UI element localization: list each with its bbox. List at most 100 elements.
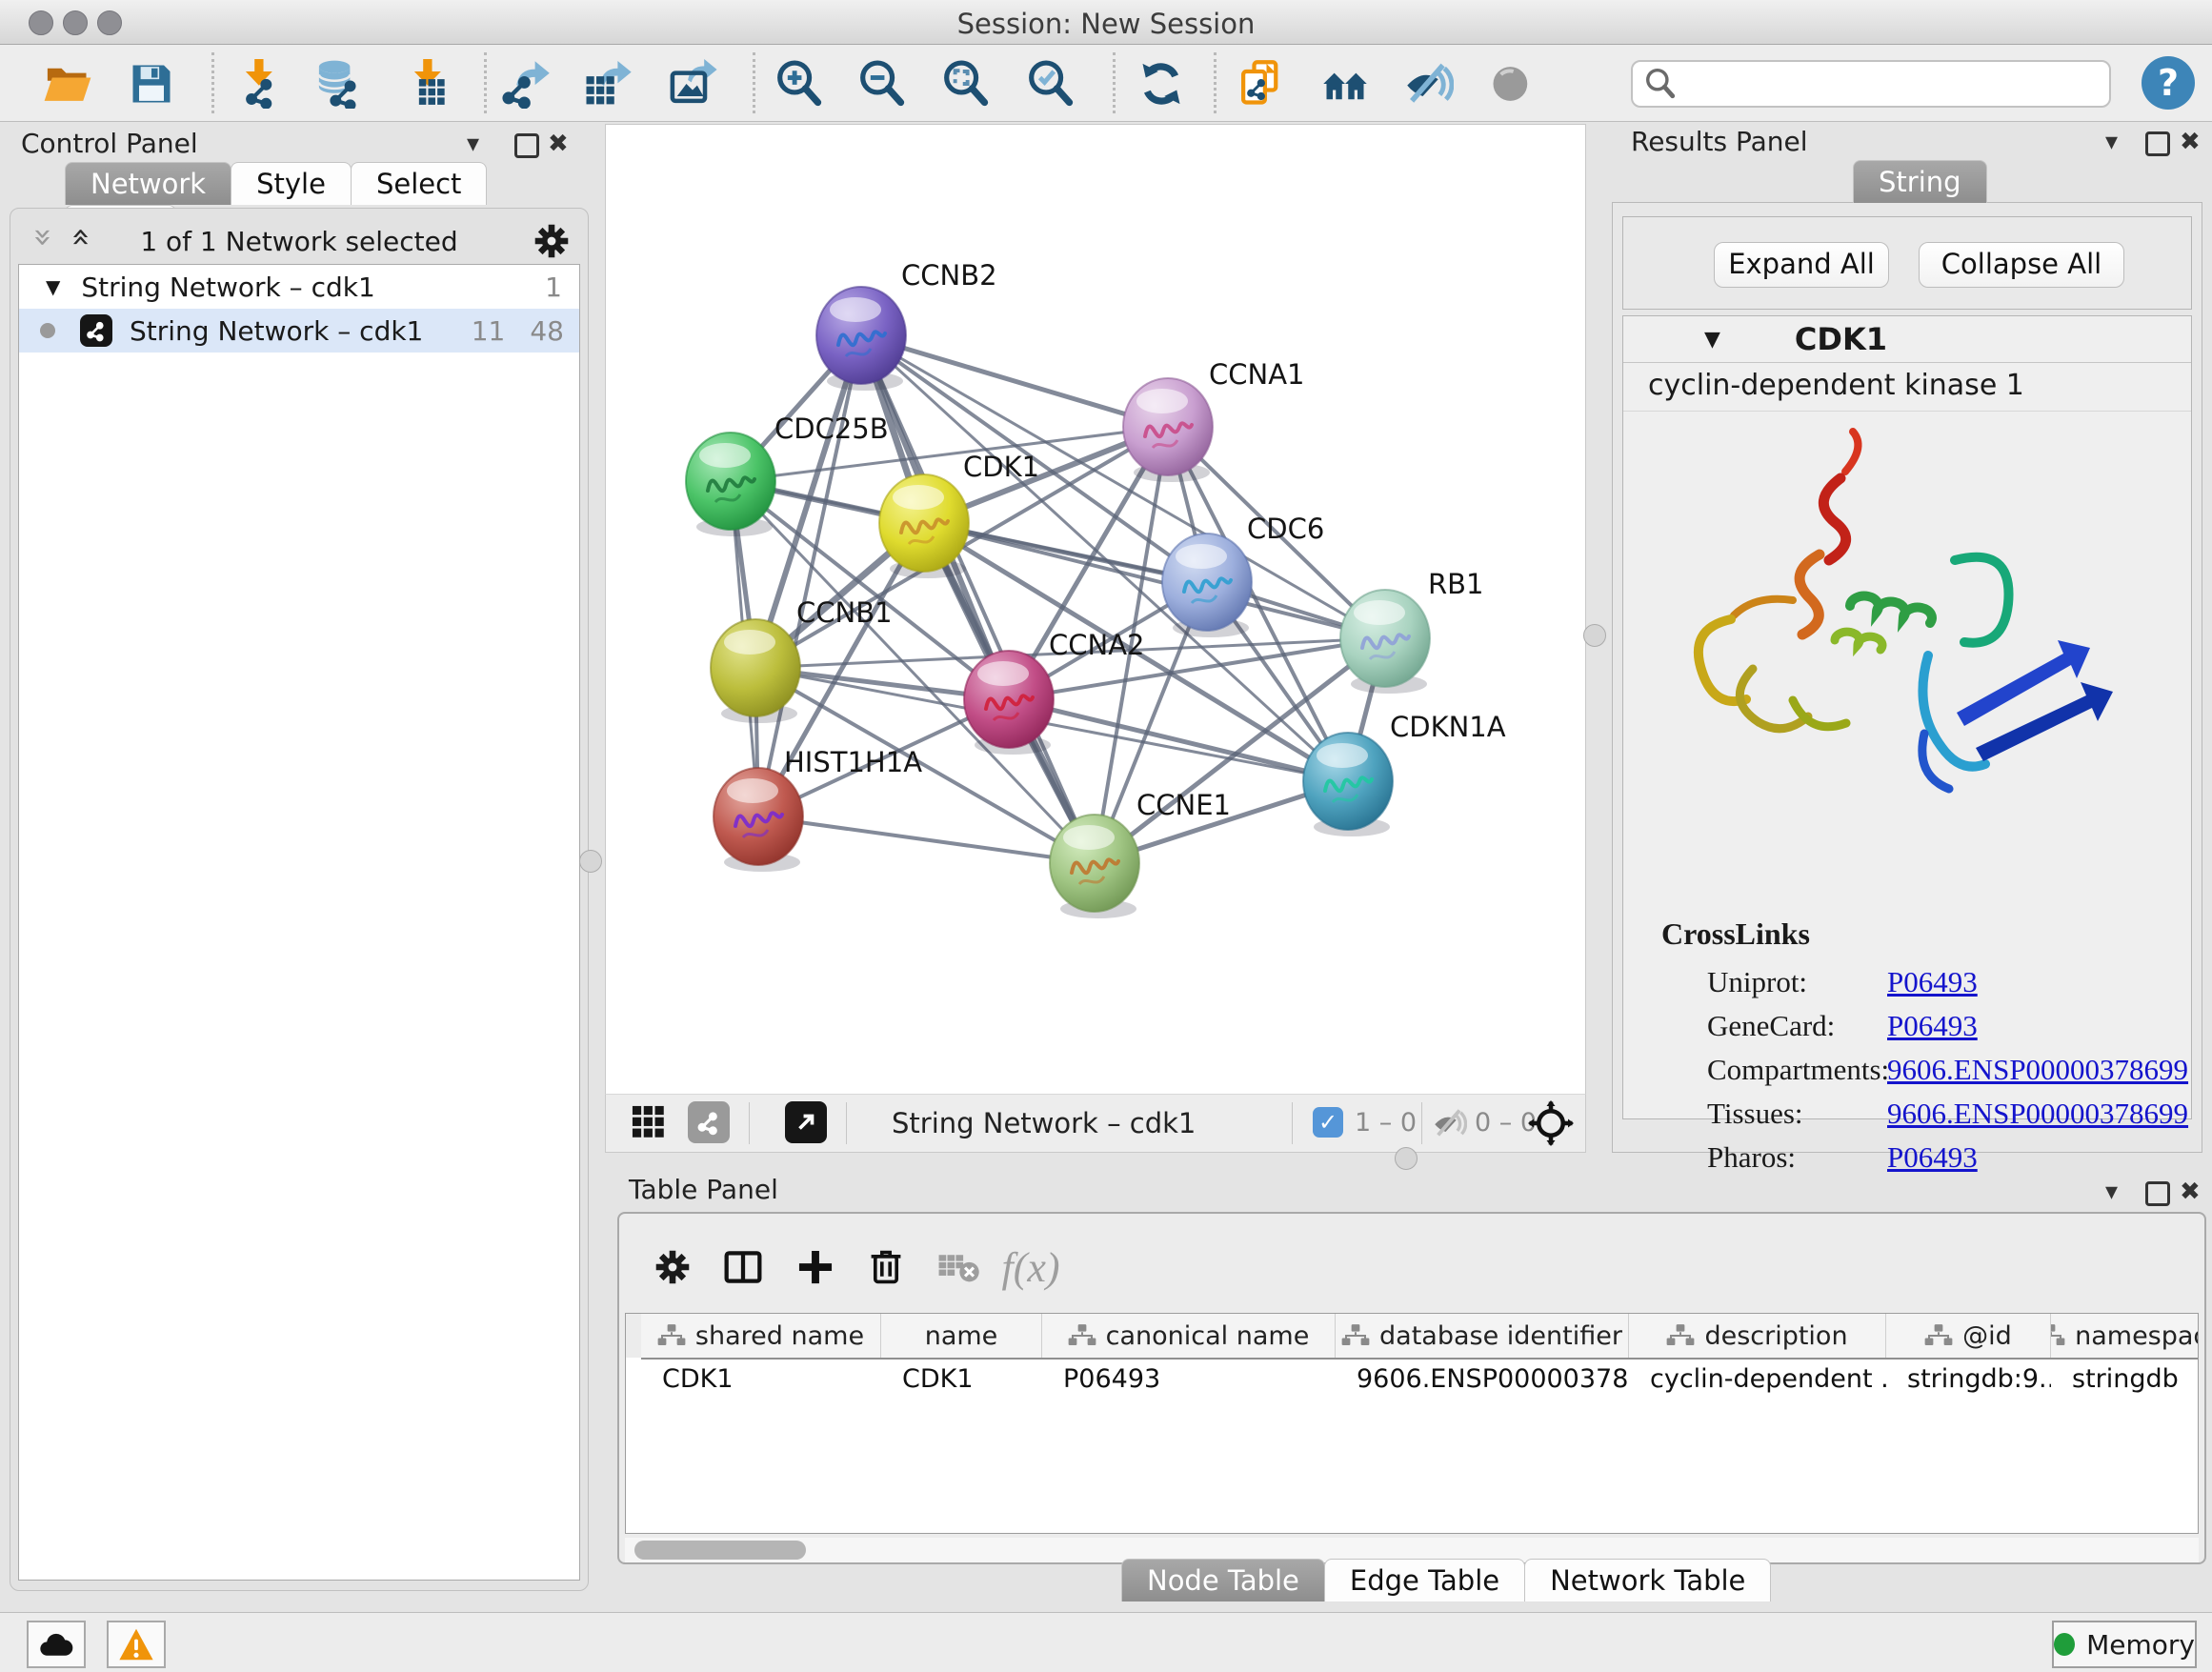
show-all-icon[interactable] bbox=[1482, 54, 1541, 113]
table-cell[interactable]: P06493 bbox=[1042, 1358, 1336, 1400]
bottom-splitter-handle[interactable] bbox=[1395, 1147, 1418, 1170]
fit-selected-crosshair-icon[interactable] bbox=[1528, 1100, 1574, 1150]
column-label: @id bbox=[1962, 1321, 2012, 1351]
left-splitter-handle[interactable] bbox=[579, 850, 602, 873]
table-panel-close-icon[interactable]: ✖ bbox=[2180, 1178, 2201, 1206]
memory-button[interactable]: Memory bbox=[2052, 1621, 2197, 1668]
selected-checkbox-icon[interactable]: ✓ bbox=[1313, 1107, 1343, 1138]
tab-select[interactable]: Select bbox=[351, 162, 487, 205]
expand-all-button[interactable]: Expand All bbox=[1714, 242, 1889, 288]
network-canvas[interactable]: CCNB2CCNA1CDC25BCDK1CDC6RB1CCNB1CCNA2CDK… bbox=[605, 124, 1586, 1096]
control-panel-menu-icon[interactable]: ▾ bbox=[467, 130, 479, 158]
results-panel-menu-icon[interactable]: ▾ bbox=[2105, 128, 2118, 156]
edge-CCNB2-CCNA1[interactable] bbox=[861, 335, 1168, 427]
delete-columns-icon[interactable] bbox=[857, 1239, 915, 1296]
column-header-description[interactable]: description bbox=[1629, 1314, 1886, 1358]
edge-CCNB2-CCNE1[interactable] bbox=[861, 335, 1095, 863]
results-panel-close-icon[interactable]: ✖ bbox=[2180, 128, 2201, 156]
zoom-selected-icon[interactable] bbox=[1021, 54, 1080, 113]
table-cell[interactable]: stringdb bbox=[2051, 1358, 2199, 1400]
node-label-CDKN1A: CDKN1A bbox=[1390, 711, 1506, 743]
edge-HIST1H1A-CCNE1[interactable] bbox=[758, 816, 1095, 863]
first-neighbors-icon[interactable] bbox=[1316, 54, 1375, 113]
grid-view-icon[interactable] bbox=[629, 1102, 669, 1146]
import-network-from-database-icon[interactable] bbox=[310, 54, 369, 113]
collection-expand-icon[interactable]: ▼ bbox=[46, 275, 60, 298]
search-input[interactable] bbox=[1684, 69, 2109, 99]
table-panel-float-icon[interactable] bbox=[2145, 1181, 2170, 1206]
column-header-namespace[interactable]: namespace bbox=[2051, 1314, 2199, 1358]
right-splitter-handle[interactable] bbox=[1583, 624, 1606, 647]
column-header-name[interactable]: name bbox=[881, 1314, 1042, 1358]
network-birdseye-icon[interactable] bbox=[688, 1101, 730, 1143]
crosslink-link[interactable]: 9606.ENSP00000378699 bbox=[1887, 1053, 2188, 1087]
tab-edge-table[interactable]: Edge Table bbox=[1324, 1559, 1525, 1601]
node-RB1[interactable]: RB1 bbox=[1340, 568, 1484, 694]
separator bbox=[749, 1102, 750, 1144]
node-CCNB1[interactable]: CCNB1 bbox=[711, 596, 893, 723]
tab-network[interactable]: Network bbox=[65, 162, 231, 205]
crosslink-link[interactable]: P06493 bbox=[1887, 1009, 1978, 1043]
node-section-header[interactable]: ▼ CDK1 bbox=[1623, 316, 2191, 363]
tab-style[interactable]: Style bbox=[231, 162, 352, 205]
function-builder-icon[interactable]: f(x) bbox=[1002, 1239, 1059, 1296]
create-column-icon[interactable] bbox=[787, 1239, 844, 1296]
control-panel-close-icon[interactable]: ✖ bbox=[548, 130, 569, 158]
scrollbar-thumb[interactable] bbox=[634, 1541, 806, 1560]
tab-node-table[interactable]: Node Table bbox=[1121, 1559, 1325, 1601]
search-input-wrapper[interactable] bbox=[1631, 60, 2111, 108]
apply-preferred-layout-icon[interactable] bbox=[1132, 54, 1191, 113]
edge-CCNB2-HIST1H1A[interactable] bbox=[758, 335, 861, 816]
import-network-from-file-icon[interactable] bbox=[229, 54, 288, 113]
table-cell[interactable]: CDK1 bbox=[641, 1358, 881, 1400]
zoom-fit-content-icon[interactable] bbox=[936, 54, 995, 113]
section-collapse-icon[interactable]: ▼ bbox=[1704, 328, 1720, 352]
warnings-icon[interactable] bbox=[107, 1621, 166, 1668]
network-collection-row[interactable]: ▼ String Network – cdk1 1 bbox=[19, 265, 579, 309]
crosslink-label: GeneCard: bbox=[1707, 1009, 1835, 1043]
cloud-services-icon[interactable] bbox=[27, 1621, 86, 1668]
network-row[interactable]: String Network – cdk1 11 48 bbox=[19, 309, 579, 353]
zoom-out-icon[interactable] bbox=[853, 54, 912, 113]
table-row-gutter bbox=[626, 1314, 642, 1358]
import-table-from-file-icon[interactable] bbox=[397, 54, 456, 113]
tab-network-table[interactable]: Network Table bbox=[1524, 1559, 1771, 1601]
table-cell[interactable]: 9606.ENSP00000378699 bbox=[1336, 1358, 1629, 1400]
node-label-RB1: RB1 bbox=[1428, 568, 1484, 600]
column-header-database-identifier[interactable]: database identifier bbox=[1336, 1314, 1629, 1358]
help-icon[interactable]: ? bbox=[2142, 56, 2195, 110]
zoom-in-icon[interactable] bbox=[770, 54, 829, 113]
table-cell[interactable]: CDK1 bbox=[881, 1358, 1042, 1400]
table-panel-menu-icon[interactable]: ▾ bbox=[2105, 1178, 2118, 1206]
delete-table-icon[interactable] bbox=[930, 1239, 987, 1296]
control-panel-float-icon[interactable] bbox=[514, 133, 539, 158]
column-header-canonical-name[interactable]: canonical name bbox=[1042, 1314, 1336, 1358]
node-CCNA1[interactable]: CCNA1 bbox=[1123, 358, 1304, 482]
node-HIST1H1A[interactable]: HIST1H1A bbox=[714, 746, 922, 872]
tab-string[interactable]: String bbox=[1853, 160, 1987, 203]
export-image-icon[interactable] bbox=[663, 54, 722, 113]
window-titlebar[interactable]: Session: New Session bbox=[0, 0, 2212, 45]
collapse-all-button[interactable]: Collapse All bbox=[1919, 242, 2124, 288]
show-columns-icon[interactable] bbox=[714, 1239, 772, 1296]
network-options-gear-icon[interactable] bbox=[531, 220, 573, 262]
node-CCNE1[interactable]: CCNE1 bbox=[1050, 789, 1231, 918]
export-network-icon[interactable] bbox=[497, 54, 556, 113]
node-CDKN1A[interactable]: CDKN1A bbox=[1303, 711, 1506, 836]
crosslink-link[interactable]: P06493 bbox=[1887, 965, 1978, 999]
column-header-shared-name[interactable]: shared name bbox=[641, 1314, 881, 1358]
crosslink-link[interactable]: 9606.ENSP00000378699 bbox=[1887, 1097, 2188, 1131]
table-cell[interactable]: stringdb:9... bbox=[1886, 1358, 2051, 1400]
detach-view-icon[interactable] bbox=[785, 1101, 827, 1143]
save-session-icon[interactable] bbox=[122, 54, 181, 113]
table-options-gear-icon[interactable] bbox=[644, 1239, 701, 1296]
table-row[interactable]: CDK1CDK1P064939606.ENSP00000378699cyclin… bbox=[641, 1358, 2198, 1400]
results-panel-float-icon[interactable] bbox=[2145, 131, 2170, 156]
hide-selected-icon[interactable] bbox=[1399, 54, 1458, 113]
column-header--id[interactable]: @id bbox=[1886, 1314, 2051, 1358]
export-table-icon[interactable] bbox=[578, 54, 637, 113]
open-session-icon[interactable] bbox=[38, 54, 97, 113]
new-network-from-selection-icon[interactable] bbox=[1231, 54, 1290, 113]
table-cell[interactable]: cyclin-dependent ... bbox=[1629, 1358, 1886, 1400]
node-CCNB2[interactable]: CCNB2 bbox=[816, 259, 997, 391]
